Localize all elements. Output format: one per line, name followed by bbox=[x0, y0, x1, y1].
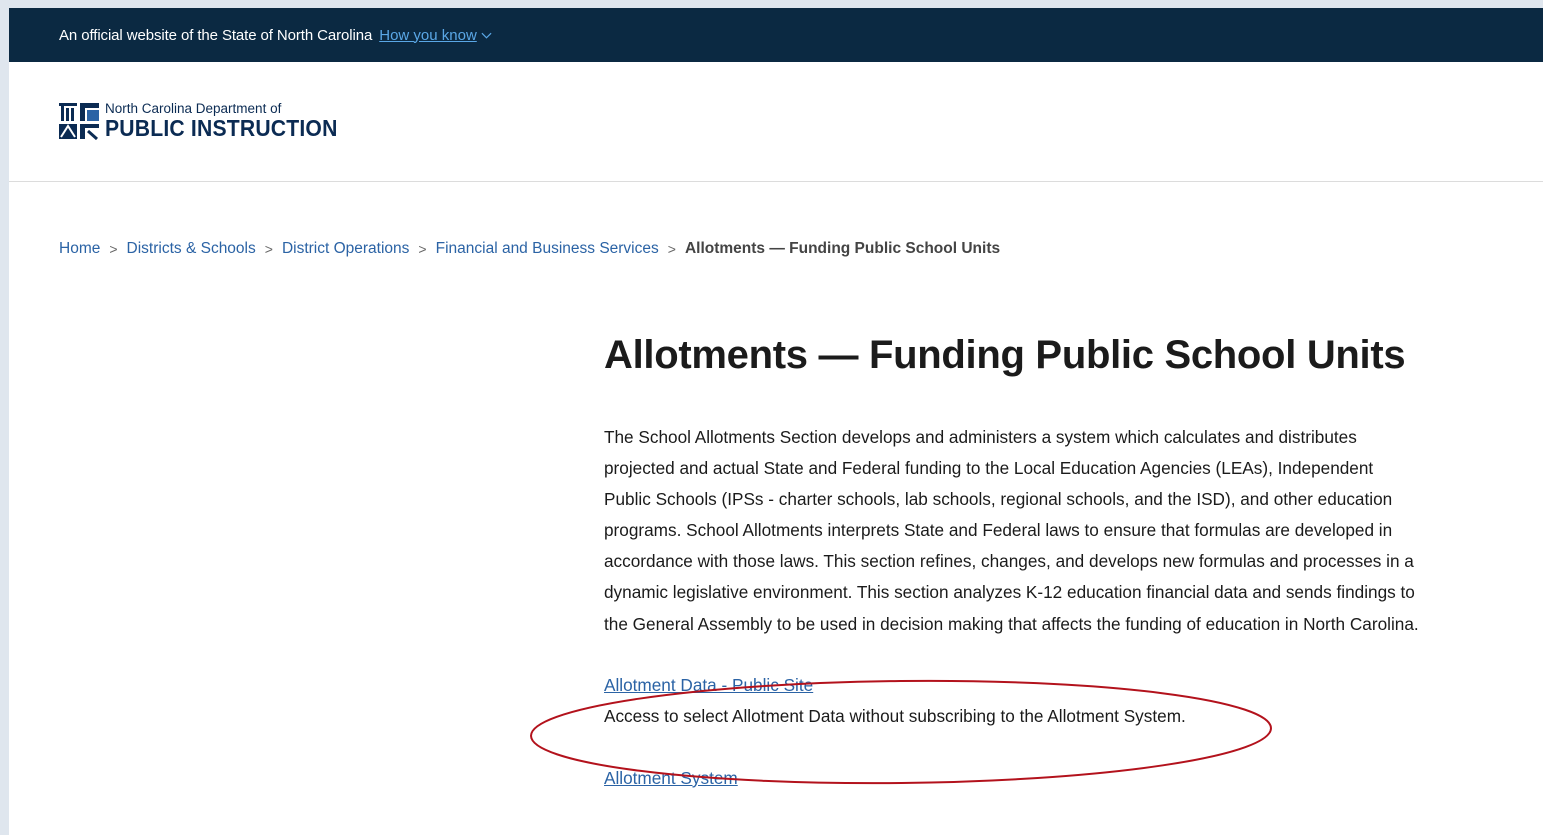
breadcrumb-district-operations[interactable]: District Operations bbox=[282, 240, 409, 258]
how-you-know-link[interactable]: How you know bbox=[379, 27, 492, 44]
ncdpi-logo-icon bbox=[59, 103, 99, 140]
breadcrumb-separator: > bbox=[109, 241, 118, 257]
breadcrumb-separator: > bbox=[418, 241, 427, 257]
how-you-know-label: How you know bbox=[379, 26, 477, 44]
breadcrumb-home[interactable]: Home bbox=[59, 240, 100, 258]
browser-page: An official website of the State of Nort… bbox=[9, 8, 1543, 835]
allotment-system-block: Allotment System bbox=[604, 763, 1434, 794]
site-header: North Carolina Department of PUBLIC INST… bbox=[9, 62, 1543, 182]
intro-paragraph: The School Allotments Section develops a… bbox=[604, 427, 1419, 634]
breadcrumb-districts-schools[interactable]: Districts & Schools bbox=[127, 240, 256, 258]
breadcrumb: Home > Districts & Schools > District Op… bbox=[59, 240, 1000, 258]
breadcrumb-separator: > bbox=[264, 241, 273, 257]
main-content: Allotments — Funding Public School Units… bbox=[604, 333, 1434, 794]
logo-subtitle: North Carolina Department of bbox=[105, 101, 282, 117]
gov-banner: An official website of the State of Nort… bbox=[9, 8, 1543, 62]
ncdpi-logo-link[interactable]: North Carolina Department of PUBLIC INST… bbox=[59, 102, 358, 140]
chevron-down-icon bbox=[481, 32, 492, 39]
breadcrumb-separator: > bbox=[667, 241, 676, 257]
allotment-data-public-site-link[interactable]: Allotment Data - Public Site bbox=[604, 675, 813, 695]
breadcrumb-current: Allotments — Funding Public School Units bbox=[684, 240, 1001, 257]
logo-title: PUBLIC INSTRUCTION bbox=[105, 114, 338, 141]
allotment-system-link[interactable]: Allotment System bbox=[604, 768, 738, 788]
allotment-data-description: Access to select Allotment Data without … bbox=[604, 705, 1186, 726]
breadcrumb-financial-business-services[interactable]: Financial and Business Services bbox=[436, 240, 659, 258]
official-website-text: An official website of the State of Nort… bbox=[59, 26, 373, 44]
allotment-data-public-site-block: Allotment Data - Public Site Access to s… bbox=[604, 670, 1434, 732]
page-title: Allotments — Funding Public School Units bbox=[604, 333, 1406, 377]
